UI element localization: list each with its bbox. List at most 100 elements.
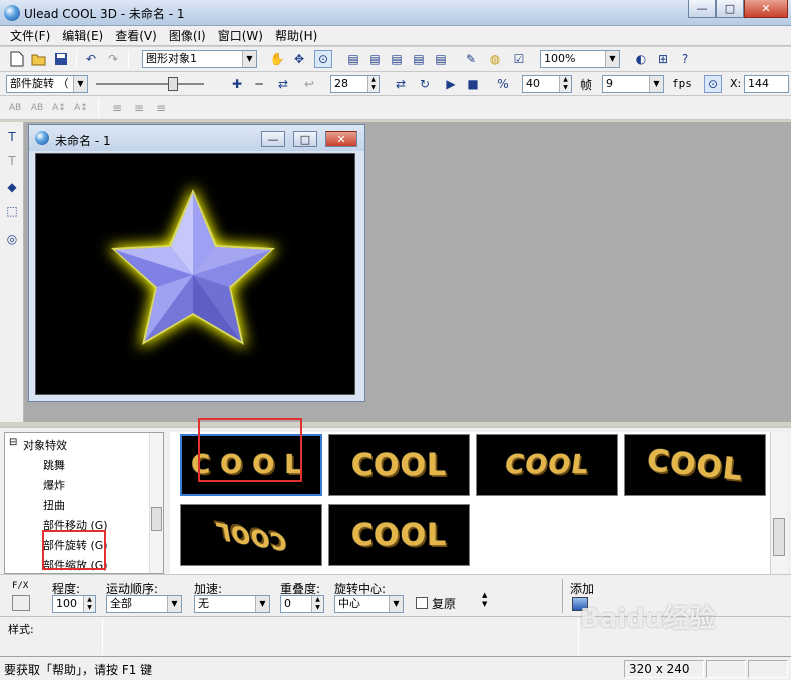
standard-toolbar: ↶ ↷ 图形对象1 ▼ ✋ ✥ ⊙ ▤ ▤ ▤ ▤ ▤ ✎ ◍ ☑ 100% ▼ ◐…: [0, 47, 791, 72]
edit-text-icon[interactable]: T: [3, 152, 21, 170]
thumbnail-2[interactable]: COOL: [328, 434, 470, 496]
motion-order-select[interactable]: 全部 ▼: [106, 595, 182, 613]
object-select[interactable]: 图形对象1 ▼: [142, 50, 257, 68]
layer-icon[interactable]: ▤: [432, 50, 450, 68]
align-left-icon[interactable]: ≡: [108, 99, 126, 117]
shape-tool-icon[interactable]: ◎: [3, 230, 21, 248]
loop-icon[interactable]: ⇄: [392, 75, 410, 93]
status-cell-3: [748, 660, 788, 678]
zoom-select[interactable]: 100% ▼: [540, 50, 620, 68]
menu-edit[interactable]: 编辑(E): [56, 27, 109, 44]
export-icon[interactable]: ⊞: [654, 50, 672, 68]
open-folder-icon[interactable]: [30, 50, 48, 68]
close-button[interactable]: ✕: [744, 0, 788, 18]
brush-icon[interactable]: ✎: [462, 50, 480, 68]
globe-icon[interactable]: ◍: [486, 50, 504, 68]
star-object[interactable]: [36, 154, 355, 395]
fx-icon[interactable]: [12, 595, 30, 611]
menu-view[interactable]: 查看(V): [109, 27, 163, 44]
remove-keyframe-icon[interactable]: ━: [250, 75, 268, 93]
menu-help[interactable]: 帮助(H): [269, 27, 323, 44]
text-toolbar: AB AB A↕ A↕ ≡ ≡ ≡: [0, 96, 791, 120]
timeline-slider[interactable]: [96, 77, 204, 91]
frame-label: 帧: [580, 78, 593, 92]
return-icon[interactable]: ↩: [300, 75, 318, 93]
style-label: 样式:: [8, 623, 34, 636]
insert-geometry-icon[interactable]: ◆: [3, 178, 21, 196]
collapse-icon[interactable]: ⊟: [9, 437, 17, 448]
hand-icon[interactable]: ✋: [268, 50, 286, 68]
thumbnail-label: COOL: [213, 515, 289, 555]
add-keyframe-icon[interactable]: ✚: [228, 75, 246, 93]
minimize-button[interactable]: —: [688, 0, 716, 18]
accel-select[interactable]: 无 ▼: [194, 595, 270, 613]
doc-close-button[interactable]: ✕: [325, 131, 357, 147]
left-toolbox: T T ◆ ⬚ ◎: [0, 122, 24, 422]
thumbnail-5[interactable]: COOL: [180, 504, 322, 566]
add-label: 添加: [570, 582, 595, 596]
align-right-icon[interactable]: ≡: [152, 99, 170, 117]
degree-value: 100: [56, 597, 77, 610]
tree-item-dance[interactable]: 跳舞: [43, 457, 65, 473]
tree-root[interactable]: 对象特效: [23, 437, 67, 453]
thumbnail-6[interactable]: COOL: [328, 504, 470, 566]
undo-icon[interactable]: ↶: [82, 50, 100, 68]
fps-select[interactable]: 9 ▼: [602, 75, 664, 93]
target-icon[interactable]: ⊙: [314, 50, 332, 68]
rotate-tool-icon[interactable]: ✥: [290, 50, 308, 68]
current-frame-spinner[interactable]: 28 ▲ ▼: [330, 75, 380, 93]
percent-icon[interactable]: %: [494, 75, 512, 93]
highlight-box-thumbnail: [198, 418, 302, 482]
status-help-text: 要获取「帮助」，请按 F1 键: [4, 663, 153, 677]
tree-scrollbar[interactable]: [149, 433, 163, 573]
x-position-spinner[interactable]: 144: [744, 75, 789, 93]
effect-select[interactable]: 部件旋转 （▼: [6, 75, 88, 93]
maximize-button[interactable]: □: [716, 0, 744, 18]
reset-label: 复原: [432, 597, 457, 611]
layer-back-icon[interactable]: ▤: [366, 50, 384, 68]
pingpong-icon[interactable]: ↻: [416, 75, 434, 93]
window-title: Ulead COOL 3D - 未命名 - 1: [24, 7, 185, 21]
text-tool-4-button[interactable]: A↕: [72, 99, 90, 117]
doc-minimize-button[interactable]: —: [261, 131, 285, 147]
menu-window[interactable]: 窗口(W): [212, 27, 269, 44]
doc-maximize-button[interactable]: □: [293, 131, 317, 147]
thumbnail-label: COOL: [645, 442, 745, 488]
thumbnail-3[interactable]: COOL: [476, 434, 618, 496]
tree-item-explode[interactable]: 爆炸: [43, 477, 65, 493]
save-icon[interactable]: [52, 50, 70, 68]
canvas[interactable]: [35, 153, 355, 395]
document-titlebar: 未命名 - 1 — □ ✕: [29, 125, 364, 151]
menu-image[interactable]: 图像(I): [163, 27, 212, 44]
text-tool-3-button[interactable]: A↕: [50, 99, 68, 117]
overlap-spinner[interactable]: 0 ▲ ▼: [280, 595, 324, 613]
layer-down-icon[interactable]: ▤: [410, 50, 428, 68]
text-tool-1-button[interactable]: AB: [6, 99, 24, 117]
layer-front-icon[interactable]: ▤: [344, 50, 362, 68]
help-cursor-icon[interactable]: ?: [676, 50, 694, 68]
select-object-icon[interactable]: ⬚: [3, 202, 21, 220]
degree-spinner[interactable]: 100 ▲ ▼: [52, 595, 96, 613]
reset-checkbox[interactable]: [416, 597, 428, 609]
stop-icon[interactable]: ■: [464, 75, 482, 93]
props-scroll-arrows[interactable]: ▲ ▼: [482, 591, 487, 609]
web-icon[interactable]: ◐: [632, 50, 650, 68]
align-center-icon[interactable]: ≡: [130, 99, 148, 117]
play-icon[interactable]: ▶: [442, 75, 460, 93]
redo-icon[interactable]: ↷: [104, 50, 122, 68]
fx-label: F/X: [12, 581, 29, 591]
thumbnail-4[interactable]: COOL: [624, 434, 766, 496]
text-tool-2-button[interactable]: AB: [28, 99, 46, 117]
object-select-value: 图形对象1: [146, 52, 197, 65]
reverse-icon[interactable]: ⇄: [274, 75, 292, 93]
new-file-icon[interactable]: [8, 50, 26, 68]
gallery-scrollbar[interactable]: [770, 432, 787, 574]
insert-text-icon[interactable]: T: [3, 128, 21, 146]
menu-file[interactable]: 文件(F): [4, 27, 56, 44]
tree-item-twist[interactable]: 扭曲: [43, 497, 65, 513]
edit-icon[interactable]: ☑: [510, 50, 528, 68]
layer-up-icon[interactable]: ▤: [388, 50, 406, 68]
position-tool-icon[interactable]: ⊙: [704, 75, 722, 93]
total-frames-spinner[interactable]: 40 ▲ ▼: [522, 75, 572, 93]
rotation-center-select[interactable]: 中心 ▼: [334, 595, 404, 613]
